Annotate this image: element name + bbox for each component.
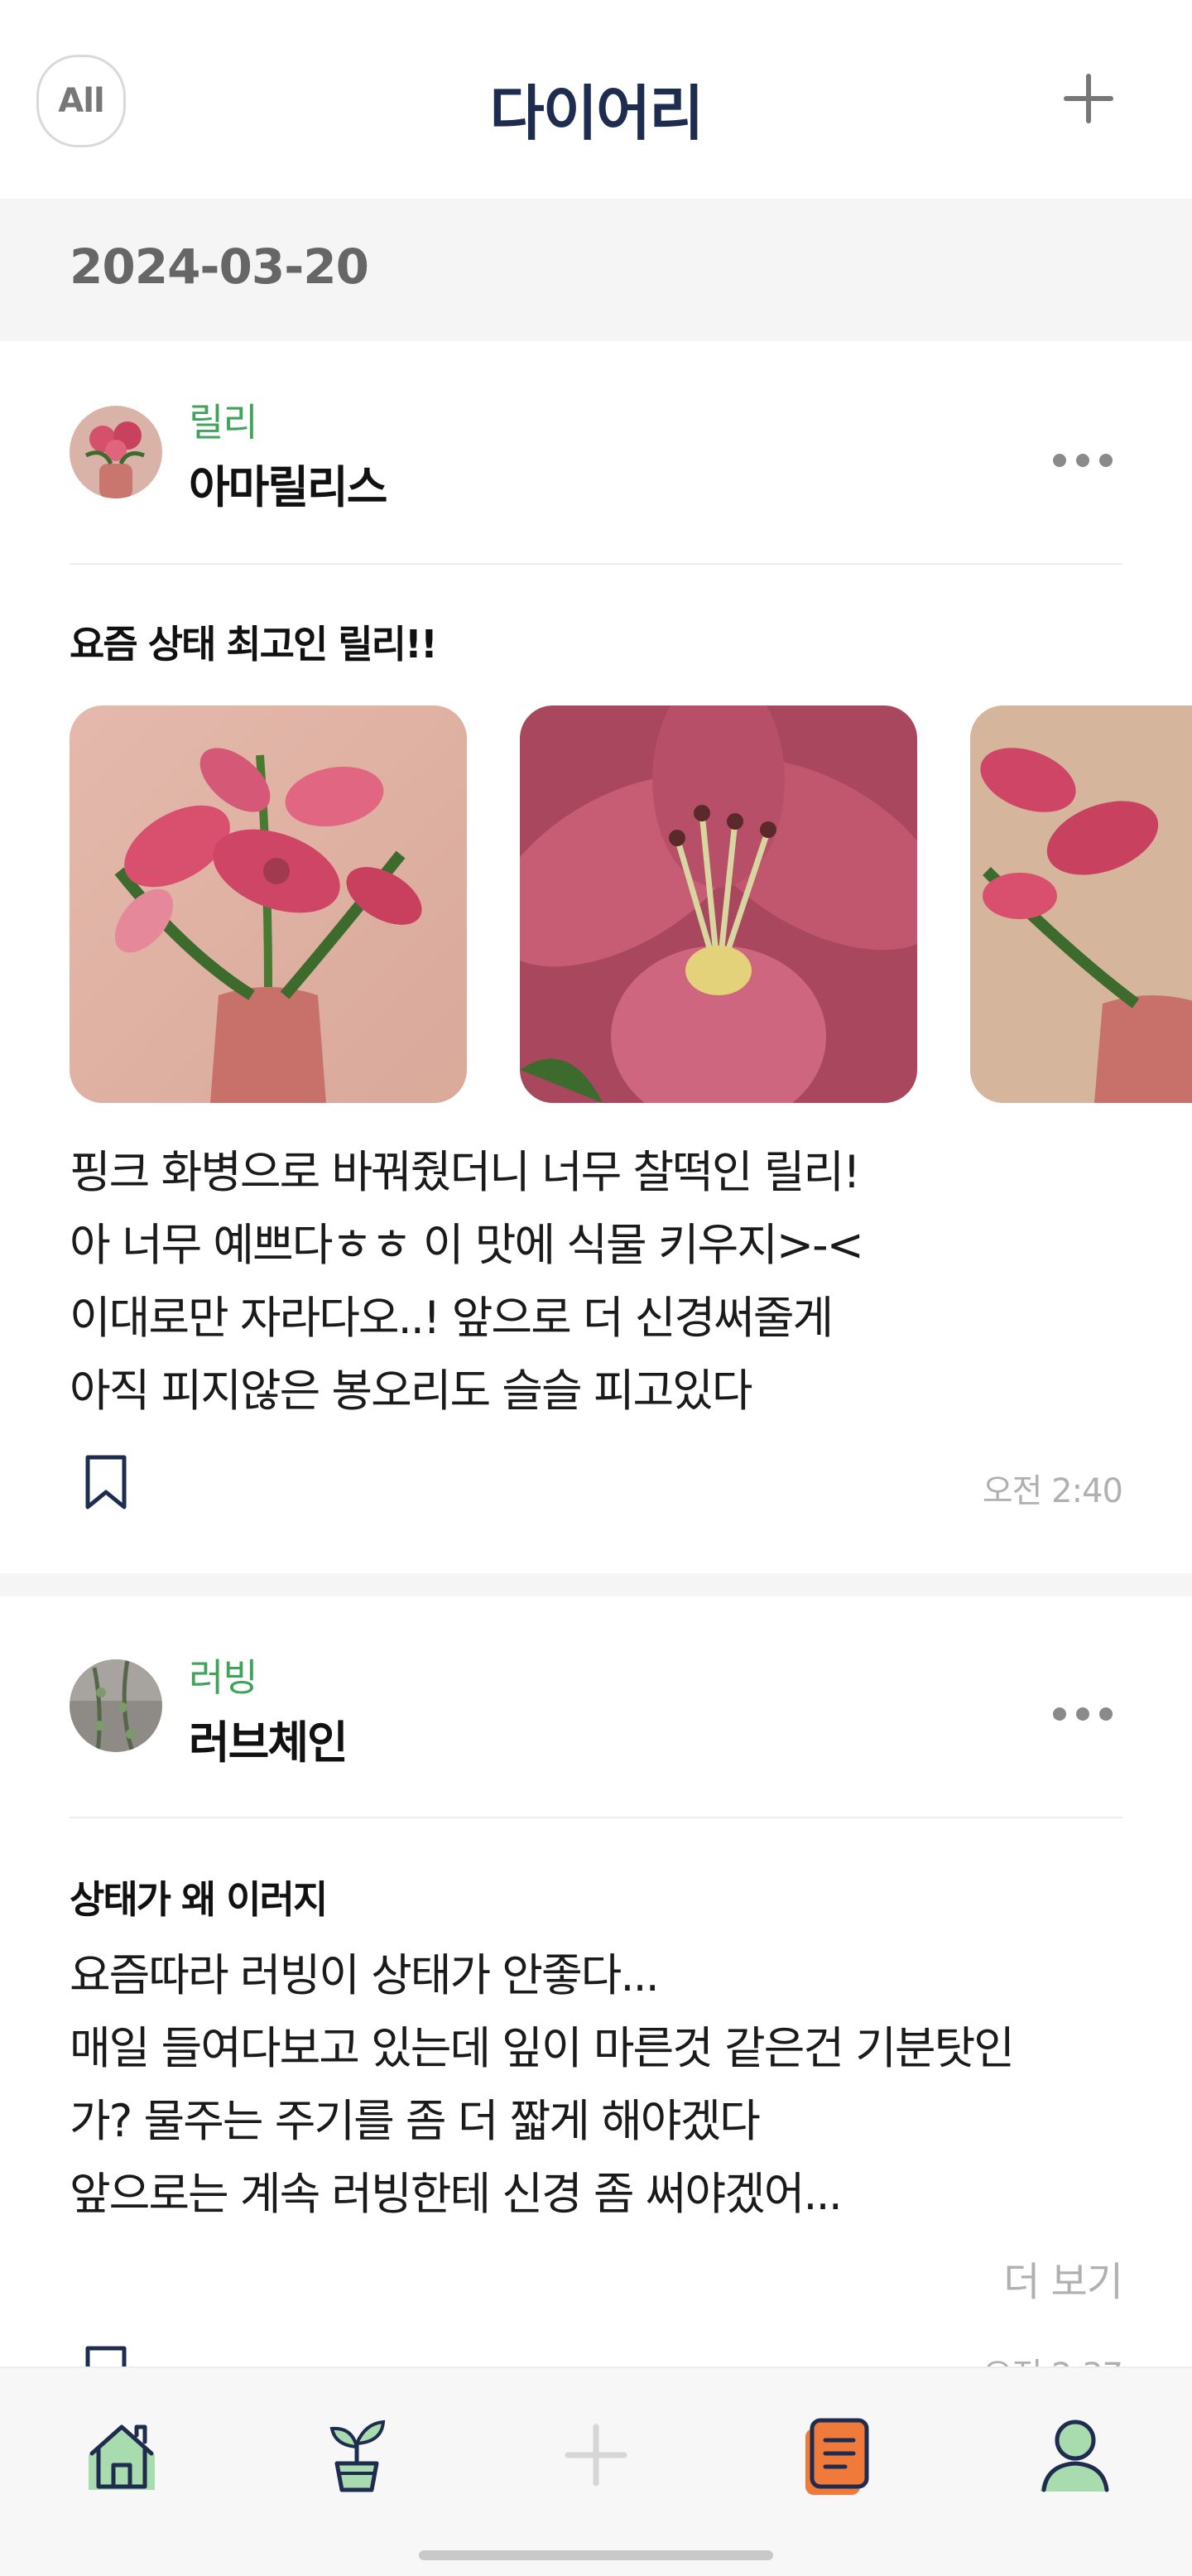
bookmark-icon[interactable] — [83, 1454, 129, 1512]
more-options-icon[interactable] — [1053, 1697, 1113, 1731]
tab-diary[interactable] — [790, 2410, 881, 2501]
bottom-tab-bar — [0, 2367, 1192, 2576]
add-icon — [565, 2424, 627, 2487]
tab-home[interactable] — [76, 2410, 167, 2501]
tab-profile[interactable] — [1028, 2410, 1119, 2501]
date-label: 2024-03-20 — [70, 238, 369, 295]
bookmark-icon[interactable] — [83, 2345, 129, 2367]
date-section-header: 2024-03-20 — [0, 199, 1192, 341]
plant-avatar[interactable] — [70, 406, 162, 498]
post-title: 요즘 상태 최고인 릴리!! — [70, 622, 438, 667]
divider — [70, 563, 1122, 565]
card-separator — [0, 1573, 1192, 1596]
read-more-link[interactable]: 더 보기 — [1003, 2249, 1123, 2307]
plant-icon — [329, 2420, 386, 2492]
diary-card[interactable]: 릴리 아마릴리스 요즘 상태 최고인 릴리!! 핑크 화병으로 바꿔줬더니 너무… — [0, 341, 1192, 1573]
post-photo[interactable] — [520, 705, 917, 1103]
post-time: 오전 2:37 — [983, 2348, 1123, 2367]
post-time: 오전 2:40 — [982, 1472, 1123, 1510]
diary-icon — [805, 2418, 869, 2495]
tab-add[interactable] — [550, 2410, 642, 2501]
tab-plants[interactable] — [311, 2410, 402, 2501]
diary-card[interactable]: 러빙 러브체인 상태가 왜 이러지 요즘따라 러빙이 상태가 안좋다... 매일… — [0, 1596, 1192, 2367]
home-icon — [89, 2424, 155, 2490]
page-title: 다이어리 — [489, 79, 704, 148]
profile-icon — [1041, 2420, 1109, 2492]
post-photo[interactable] — [70, 705, 467, 1103]
post-body: 핑크 화병으로 바꿔줬더니 너무 찰떡인 릴리! 아 너무 예쁘다ㅎㅎ 이 맛에… — [70, 1146, 864, 1417]
plant-nickname: 러빙 — [189, 1655, 258, 1700]
app-header: All 다이어리 — [0, 0, 1192, 199]
plant-species: 아마릴리스 — [189, 461, 387, 513]
plant-species: 러브체인 — [189, 1717, 348, 1769]
home-indicator — [419, 2550, 773, 2560]
post-body: 요즘따라 러빙이 상태가 안좋다... 매일 들여다보고 있는데 잎이 마른것 … — [70, 1949, 1015, 2220]
post-title: 상태가 왜 이러지 — [70, 1877, 328, 1922]
plant-nickname: 릴리 — [189, 400, 258, 445]
divider — [70, 1817, 1122, 1818]
add-icon[interactable] — [1060, 70, 1118, 128]
photo-carousel[interactable] — [70, 705, 1192, 1103]
plant-avatar[interactable] — [70, 1659, 162, 1752]
post-photo[interactable] — [970, 705, 1192, 1103]
more-options-icon[interactable] — [1053, 444, 1113, 477]
